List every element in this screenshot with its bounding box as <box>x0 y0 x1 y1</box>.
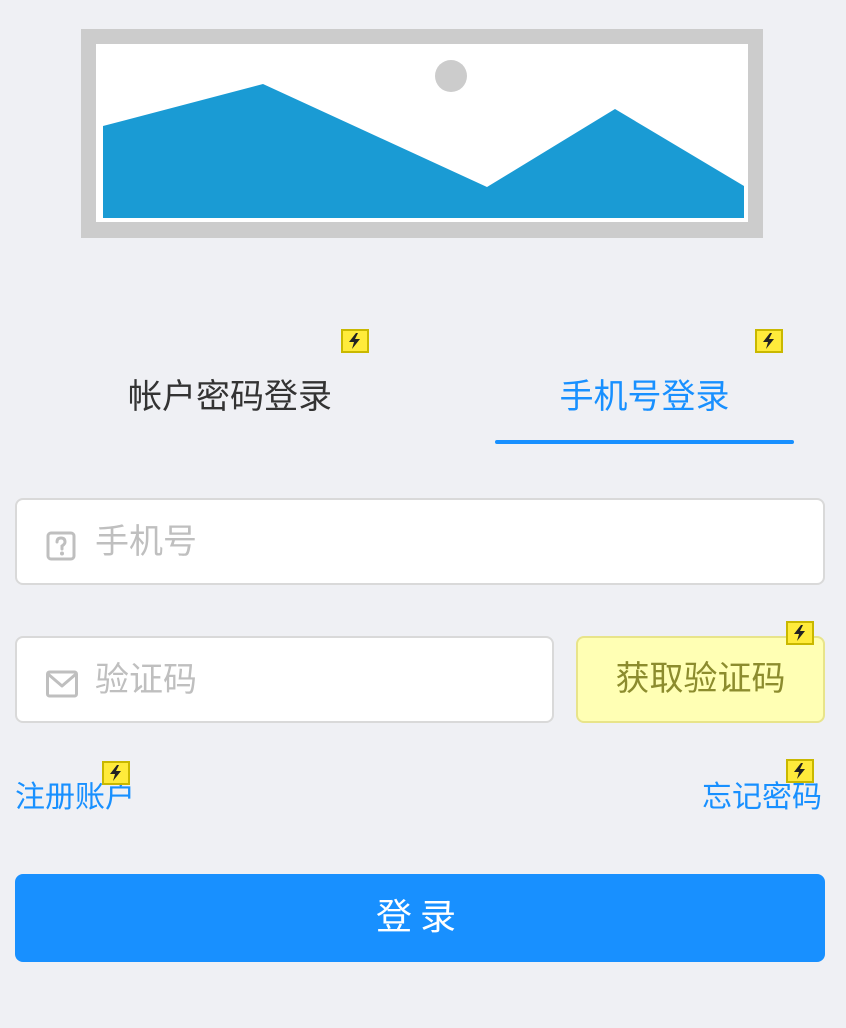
flash-icon <box>786 759 814 783</box>
verification-code-input[interactable] <box>95 646 530 714</box>
question-mark-icon <box>46 530 78 562</box>
phone-input[interactable] <box>95 508 801 576</box>
get-verification-code-button[interactable]: 获取验证码 <box>576 636 825 723</box>
flash-icon <box>341 329 369 353</box>
login-page: 帐户密码登录 手机号登录 手机号 验证码 获取验证码 注册账户 忘记密码 登录 <box>0 0 846 1028</box>
flash-icon <box>102 761 130 785</box>
login-button[interactable]: 登录 <box>15 874 825 962</box>
active-tab-indicator <box>495 440 794 444</box>
tab-account-password-login[interactable]: 帐户密码登录 <box>80 370 380 430</box>
verification-code-field <box>15 636 554 723</box>
phone-field <box>15 498 825 585</box>
tab-phone-login[interactable]: 手机号登录 <box>495 370 794 430</box>
flash-icon <box>755 329 783 353</box>
mail-icon <box>46 668 78 700</box>
flash-icon <box>786 621 814 645</box>
image-placeholder-icon <box>81 29 763 238</box>
banner-image <box>81 29 763 238</box>
